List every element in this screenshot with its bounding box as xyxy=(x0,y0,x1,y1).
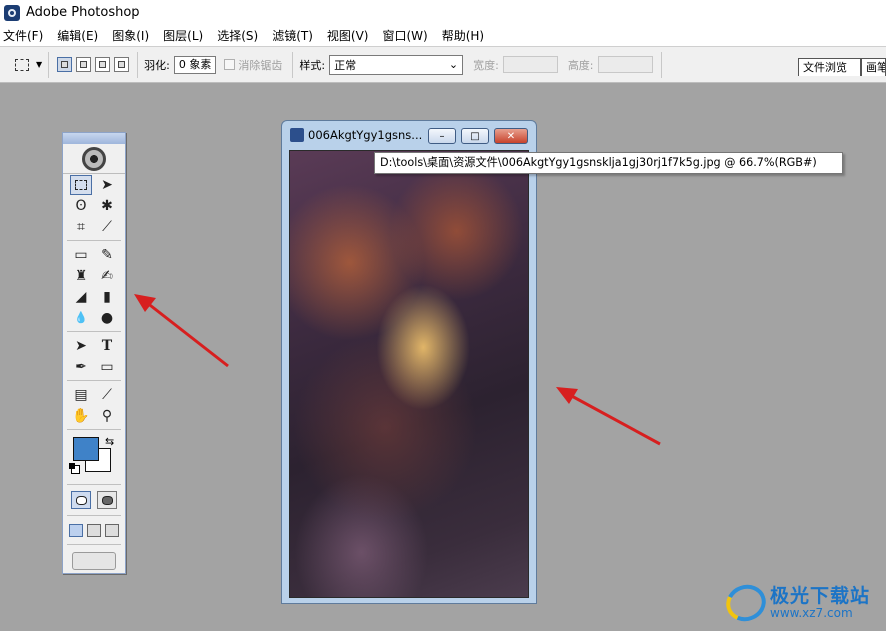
site-logo-icon xyxy=(721,579,771,627)
foreground-color-swatch[interactable] xyxy=(73,437,99,461)
red-arrow-icon xyxy=(556,387,661,446)
watermark-url: www.xz7.com xyxy=(770,605,853,620)
annotation-arrows xyxy=(134,294,661,446)
red-arrow-icon xyxy=(134,294,229,368)
watermark-title: 极光下载站 xyxy=(770,584,871,607)
watermark: 极光下载站 www.xz7.com xyxy=(721,578,886,628)
